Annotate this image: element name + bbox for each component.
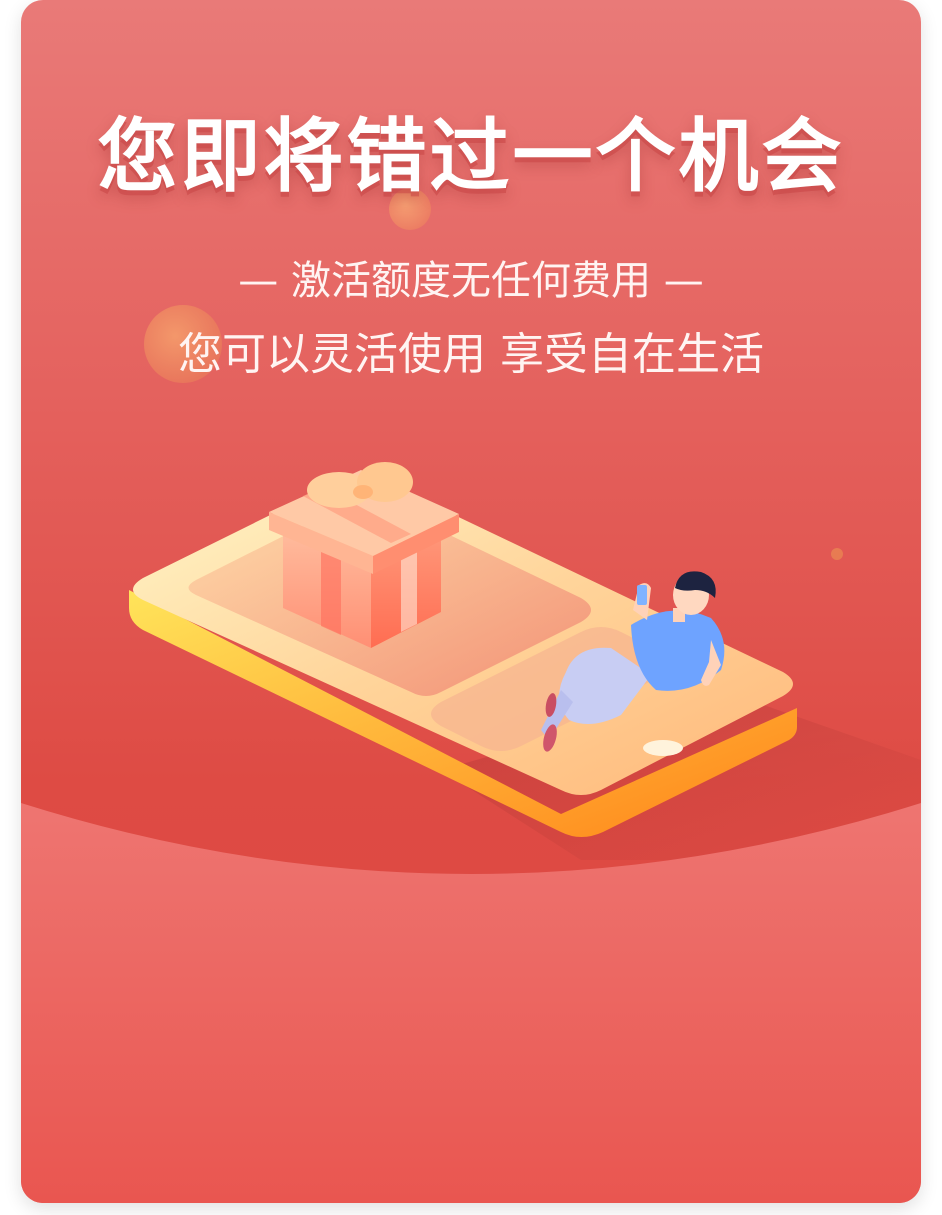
promo-headline: 您即将错过一个机会 xyxy=(97,110,845,203)
bottom-curved-panel xyxy=(21,803,921,1203)
person-phone xyxy=(637,585,647,605)
promo-subline-1: — 激活额度无任何费用 — xyxy=(238,258,704,304)
phone-home-button xyxy=(643,740,683,756)
promo-card: 您即将错过一个机会 — 激活额度无任何费用 — 您可以灵活使用 享受自在生活 xyxy=(21,0,921,1203)
promo-subline-2: 您可以灵活使用 享受自在生活 xyxy=(178,329,764,380)
